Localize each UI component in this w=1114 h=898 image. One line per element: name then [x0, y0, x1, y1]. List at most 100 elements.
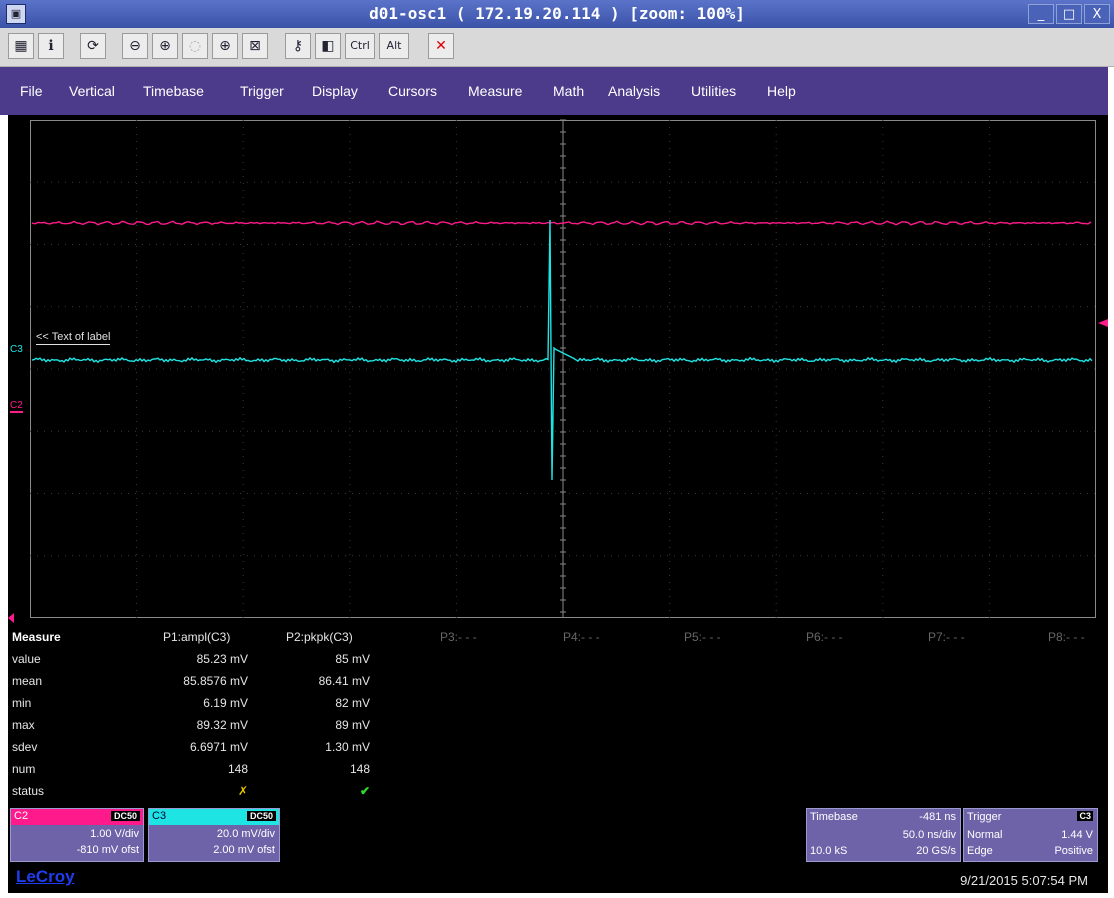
timebase-label: Timebase [810, 811, 858, 823]
disconnect-icon[interactable]: ✕ [428, 33, 454, 59]
param-p7[interactable]: P7:- - - [928, 630, 965, 644]
measure-title: Measure [12, 630, 61, 644]
measure-row-label: min [12, 696, 32, 710]
measure-row-label: max [12, 718, 35, 732]
param-p1[interactable]: P1:ampl(C3) [163, 630, 230, 644]
p1-sdev: 6.6971 mV [189, 740, 248, 754]
timebase-delay: -481 ns [919, 811, 956, 823]
p1-min: 6.19 mV [203, 696, 248, 710]
measure-row-max: max 89.32 mV 89 mV [8, 718, 1108, 740]
param-p8[interactable]: P8:- - - [1048, 630, 1085, 644]
trigger-descriptor[interactable]: Trigger C3 Normal 1.44 V Edge Positive [963, 808, 1098, 862]
p2-value: 85 mV [335, 652, 370, 666]
timebase-tdiv: 50.0 ns/div [902, 829, 956, 841]
fit-window-icon[interactable]: ⊠ [242, 33, 268, 59]
minimize-button[interactable]: _ [1028, 4, 1054, 24]
trace-label[interactable]: << Text of label [36, 331, 111, 345]
window-title: d01-osc1 ( 172.19.20.114 ) [zoom: 100%] [369, 4, 745, 23]
c2-name: C2 [14, 810, 29, 822]
p2-num: 148 [349, 762, 370, 776]
timebase-rate: 20 GS/s [916, 845, 956, 857]
measure-row-sdev: sdev 6.6971 mV 1.30 mV [8, 740, 1108, 762]
measure-row-num: num 148 148 [8, 762, 1108, 784]
menu-cursors[interactable]: Cursors [388, 83, 437, 99]
refresh-icon[interactable]: ⟳ [80, 33, 106, 59]
menu-analysis[interactable]: Analysis [608, 83, 660, 99]
channel-c3-descriptor[interactable]: C3 DC50 20.0 mV/div 2.00 mV ofst [148, 808, 280, 862]
keys-icon[interactable]: ⚷ [285, 33, 311, 59]
measure-header-row: Measure P1:ampl(C3) P2:pkpk(C3) P3:- - -… [8, 630, 1108, 652]
trigger-type: Edge [967, 845, 993, 857]
menu-timebase[interactable]: Timebase [143, 83, 204, 99]
measure-row-label: num [12, 762, 36, 776]
menu-trigger[interactable]: Trigger [240, 83, 284, 99]
menu-vertical[interactable]: Vertical [69, 83, 115, 99]
info-icon[interactable]: ℹ [38, 33, 64, 59]
param-p6[interactable]: P6:- - - [806, 630, 843, 644]
menu-display[interactable]: Display [312, 83, 358, 99]
c3-coupling: DC50 [246, 811, 276, 821]
p2-max: 89 mV [335, 718, 370, 732]
c3-vdiv: 20.0 mV/div [216, 828, 275, 840]
zoom-reset-icon[interactable]: ◌ [182, 33, 208, 59]
c3-ground-marker: C3 [10, 344, 23, 355]
trigger-level-marker [1098, 319, 1108, 327]
p1-value: 85.23 mV [196, 652, 248, 666]
trigger-source: C3 [1077, 811, 1093, 821]
toolbar: ▦ ℹ ⟳ ⊖ ⊕ ◌ ⊕ ⊠ ⚷ ◧ Ctrl Alt ✕ [0, 28, 1114, 67]
param-p2[interactable]: P2:pkpk(C3) [286, 630, 353, 644]
trace-c3 [31, 219, 1093, 481]
measure-row-mean: mean 85.8576 mV 86.41 mV [8, 674, 1108, 696]
trigger-position-marker [8, 613, 14, 623]
waveform-plot [8, 119, 1108, 623]
p1-max: 89.32 mV [196, 718, 248, 732]
channel-c2-descriptor[interactable]: C2 DC50 1.00 V/div -810 mV ofst [10, 808, 144, 862]
c3-name: C3 [152, 810, 167, 822]
measure-row-label: status [12, 784, 45, 798]
close-button[interactable]: X [1084, 4, 1110, 24]
measure-row-value: value 85.23 mV 85 mV [8, 652, 1108, 674]
trigger-mode: Normal [967, 829, 1003, 841]
trace-c2 [31, 220, 1092, 226]
measure-row-min: min 6.19 mV 82 mV [8, 696, 1108, 718]
p2-min: 82 mV [335, 696, 370, 710]
timebase-descriptor[interactable]: Timebase -481 ns 50.0 ns/div 10.0 kS 20 … [806, 808, 961, 862]
measure-row-label: mean [12, 674, 43, 688]
menu-help[interactable]: Help [767, 83, 796, 99]
measure-row-label: value [12, 652, 41, 666]
param-p5[interactable]: P5:- - - [684, 630, 721, 644]
c2-coupling: DC50 [110, 811, 140, 821]
c2-vdiv: 1.00 V/div [90, 828, 139, 840]
trigger-slope: Positive [1054, 845, 1093, 857]
screen-icon[interactable]: ◧ [315, 33, 341, 59]
date-time: 9/21/2015 5:07:54 PM [960, 873, 1088, 888]
menu-math[interactable]: Math [553, 83, 584, 99]
p2-status: ✔ [359, 784, 370, 798]
param-p4[interactable]: P4:- - - [563, 630, 600, 644]
scope-screen: << Text of label C3 C2 Measure P1:ampl(C… [8, 115, 1108, 893]
p1-mean: 85.8576 mV [183, 674, 248, 688]
timebase-samples: 10.0 kS [810, 845, 848, 857]
menu-utilities[interactable]: Utilities [691, 83, 736, 99]
measure-row-status: status ✗ ✔ [8, 784, 1108, 806]
title-bar: ▣ d01-osc1 ( 172.19.20.114 ) [zoom: 100%… [0, 0, 1114, 28]
p1-num: 148 [227, 762, 248, 776]
properties-icon[interactable]: ▦ [8, 33, 34, 59]
c2-ground-marker: C2 [10, 400, 23, 413]
ctrl-button[interactable]: Ctrl [345, 33, 375, 59]
zoom-custom-icon[interactable]: ⊕ [212, 33, 238, 59]
p1-status: ✗ [237, 784, 248, 798]
menu-file[interactable]: File [20, 83, 43, 99]
param-p3[interactable]: P3:- - - [440, 630, 477, 644]
c3-offset: 2.00 mV ofst [213, 844, 275, 856]
p2-sdev: 1.30 mV [325, 740, 370, 754]
trigger-label: Trigger [967, 811, 1002, 823]
measure-row-label: sdev [12, 740, 38, 754]
zoom-out-icon[interactable]: ⊖ [122, 33, 148, 59]
brand-logo[interactable]: LeCroy [16, 867, 75, 887]
maximize-button[interactable]: □ [1056, 4, 1082, 24]
menu-bar: File Vertical Timebase Trigger Display C… [0, 67, 1108, 115]
zoom-in-icon[interactable]: ⊕ [152, 33, 178, 59]
menu-measure[interactable]: Measure [468, 83, 522, 99]
alt-button[interactable]: Alt [379, 33, 409, 59]
